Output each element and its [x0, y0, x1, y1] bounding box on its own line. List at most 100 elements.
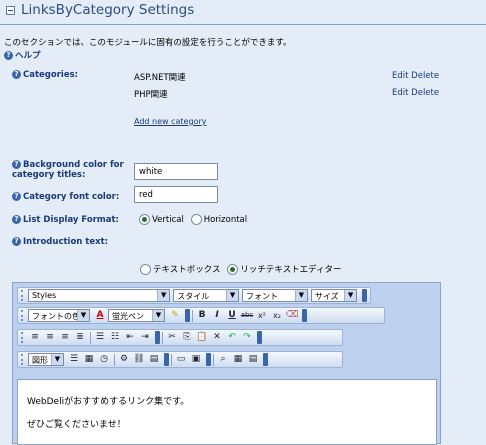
toolbar-separator — [192, 309, 193, 322]
editor-content-area[interactable]: WebDeliがおすすめするリンク集です。 ぜひご覧くださいませ！ — [17, 379, 437, 445]
category-name: ASP.NET関連 — [134, 73, 186, 83]
bullet-list-icon[interactable]: ☷ — [108, 331, 122, 344]
help-icon[interactable]: ? — [12, 160, 21, 169]
form-icon[interactable]: ▭ — [174, 353, 188, 366]
fontcolor-input[interactable]: red — [134, 186, 218, 203]
justify-icon[interactable]: ≣ — [73, 331, 87, 344]
toolbar-end-icon — [185, 309, 190, 322]
font-color-dropdown[interactable]: フォントの色 ▼ — [28, 309, 90, 322]
preview-icon[interactable]: ⌕ — [216, 353, 230, 366]
collapse-icon[interactable] — [6, 5, 15, 15]
category-actions: Edit Delete — [392, 88, 439, 98]
radio-selected-icon — [227, 263, 239, 275]
toolbar-end-icon — [302, 309, 307, 322]
chevron-down-icon: ▼ — [226, 290, 239, 301]
help-link[interactable]: ? ヘルプ — [4, 49, 41, 61]
shapes-dropdown[interactable]: 図形 ▼ — [28, 353, 64, 366]
font-color-icon[interactable]: A — [93, 309, 107, 322]
highlight-dropdown[interactable]: 蛍光ペン ▼ — [108, 309, 165, 322]
section-description: このセクションでは、このモジュールに固有の設定を行うことができます。 — [4, 38, 292, 48]
eraser-icon[interactable]: ⌫ — [285, 309, 299, 322]
radio-richtext[interactable]: リッチテキストエディター — [227, 263, 342, 275]
category-actions: Edit Delete — [392, 71, 439, 81]
styles-dropdown[interactable]: Styles ▼ — [27, 289, 171, 302]
edit-link[interactable]: Edit — [392, 71, 408, 81]
help-icon[interactable]: ? — [12, 70, 21, 79]
cut-icon[interactable]: ✂ — [165, 331, 179, 344]
categories-label: ? Categories: — [12, 70, 78, 80]
bold-icon[interactable]: B — [195, 309, 209, 322]
align-right-icon[interactable]: ≡ — [58, 331, 72, 344]
link-icon[interactable]: ⛓ — [132, 353, 146, 366]
toolbar-end-icon — [362, 289, 367, 302]
superscript-icon[interactable]: x² — [255, 309, 269, 322]
rich-text-editor: Styles ▼ スタイル ▼ フォント ▼ サイズ ▼ フォントの色 ▼ A 蛍光ペン ▼… — [12, 282, 441, 445]
redo-icon[interactable]: ↷ — [240, 331, 254, 344]
fontcolor-label: ? Category font color: — [12, 192, 119, 202]
font-dropdown[interactable]: フォント ▼ — [242, 289, 308, 302]
paste-icon[interactable]: 📋 — [195, 331, 209, 344]
content-line: ぜひご覧くださいませ！ — [27, 420, 126, 430]
help-icon[interactable]: ? — [12, 192, 21, 201]
radio-textbox[interactable]: テキストボックス — [140, 263, 221, 275]
toolbar-row-1: Styles ▼ スタイル ▼ フォント ▼ サイズ ▼ — [17, 287, 371, 304]
delete-link[interactable]: Delete — [411, 71, 439, 81]
highlighter-icon[interactable]: ✎ — [168, 309, 182, 322]
horizontal-rule-icon[interactable]: ☰ — [67, 353, 81, 366]
undo-icon[interactable]: ↶ — [225, 331, 239, 344]
chevron-down-icon: ▼ — [294, 290, 307, 301]
edit-link[interactable]: Edit — [392, 88, 408, 98]
chevron-down-icon: ▼ — [77, 310, 89, 321]
page-title: LinksByCategory Settings — [21, 2, 195, 18]
window-icon[interactable]: ▣ — [189, 353, 203, 366]
toolbar-row-4: 図形 ▼ ☰ ▦ ◷ ⚙ ⛓ ▤ ▭ ▣ ⌕ ▦ ▤ — [17, 351, 343, 368]
page-title-area: LinksByCategory Settings — [6, 2, 194, 18]
help-icon: ? — [4, 50, 13, 60]
toolbar-separator — [114, 353, 115, 366]
toolbar-separator — [90, 331, 91, 344]
underline-icon[interactable]: U — [225, 309, 239, 322]
help-icon[interactable]: ? — [12, 237, 21, 246]
subscript-icon[interactable]: x₂ — [270, 309, 284, 322]
grid-icon[interactable]: ▦ — [231, 353, 245, 366]
delete-icon[interactable]: ✕ — [210, 331, 224, 344]
delete-link[interactable]: Delete — [411, 88, 439, 98]
intro-label: ? Introduction text: — [12, 237, 108, 247]
spellcheck-icon[interactable]: ⚙ — [117, 353, 131, 366]
radio-vertical[interactable]: Vertical — [139, 214, 184, 225]
title-divider — [0, 24, 486, 25]
display-format-label: ? List Display Format: — [12, 215, 119, 225]
radio-unselected-icon — [140, 263, 151, 275]
help-icon[interactable]: ? — [12, 215, 21, 224]
calendar-icon[interactable]: ▦ — [82, 353, 96, 366]
align-left-icon[interactable]: ≡ — [28, 331, 42, 344]
source-icon[interactable]: ▤ — [246, 353, 260, 366]
bgcolor-input[interactable]: white — [134, 163, 218, 180]
grip-icon — [21, 290, 25, 301]
chevron-down-icon: ▼ — [152, 310, 164, 321]
chevron-down-icon: ▼ — [51, 354, 63, 365]
style-dropdown[interactable]: スタイル ▼ — [173, 289, 240, 302]
outdent-icon[interactable]: ⇤ — [123, 331, 137, 344]
toolbar-row-3: ≡ ≡ ≡ ≣ ☰ ☷ ⇤ ⇥ ✂ ⎘ 📋 ✕ ↶ ↷ — [17, 329, 343, 346]
table-icon[interactable]: ▤ — [147, 353, 161, 366]
radio-unselected-icon — [190, 214, 202, 225]
toolbar-row-2: フォントの色 ▼ A 蛍光ペン ▼ ✎ B I U abc x² x₂ ⌫ — [17, 307, 385, 324]
display-format-options: Vertical Horizontal — [139, 214, 251, 228]
align-center-icon[interactable]: ≡ — [43, 331, 57, 344]
editor-mode-options: テキストボックス リッチテキストエディター — [140, 263, 346, 278]
copy-icon[interactable]: ⎘ — [180, 331, 194, 344]
radio-horizontal[interactable]: Horizontal — [190, 214, 247, 225]
add-category-link[interactable]: Add new category — [134, 117, 206, 126]
help-label: ヘルプ — [15, 51, 41, 61]
toolbar-end-icon — [263, 353, 268, 366]
numbered-list-icon[interactable]: ☰ — [93, 331, 107, 344]
italic-icon[interactable]: I — [210, 309, 224, 322]
clock-icon[interactable]: ◷ — [97, 353, 111, 366]
strikethrough-icon[interactable]: abc — [240, 309, 254, 322]
size-dropdown[interactable]: サイズ ▼ — [310, 289, 358, 302]
indent-icon[interactable]: ⇥ — [138, 331, 152, 344]
grip-icon — [21, 310, 25, 321]
chevron-down-icon: ▼ — [344, 290, 357, 301]
grip-icon — [21, 354, 25, 365]
